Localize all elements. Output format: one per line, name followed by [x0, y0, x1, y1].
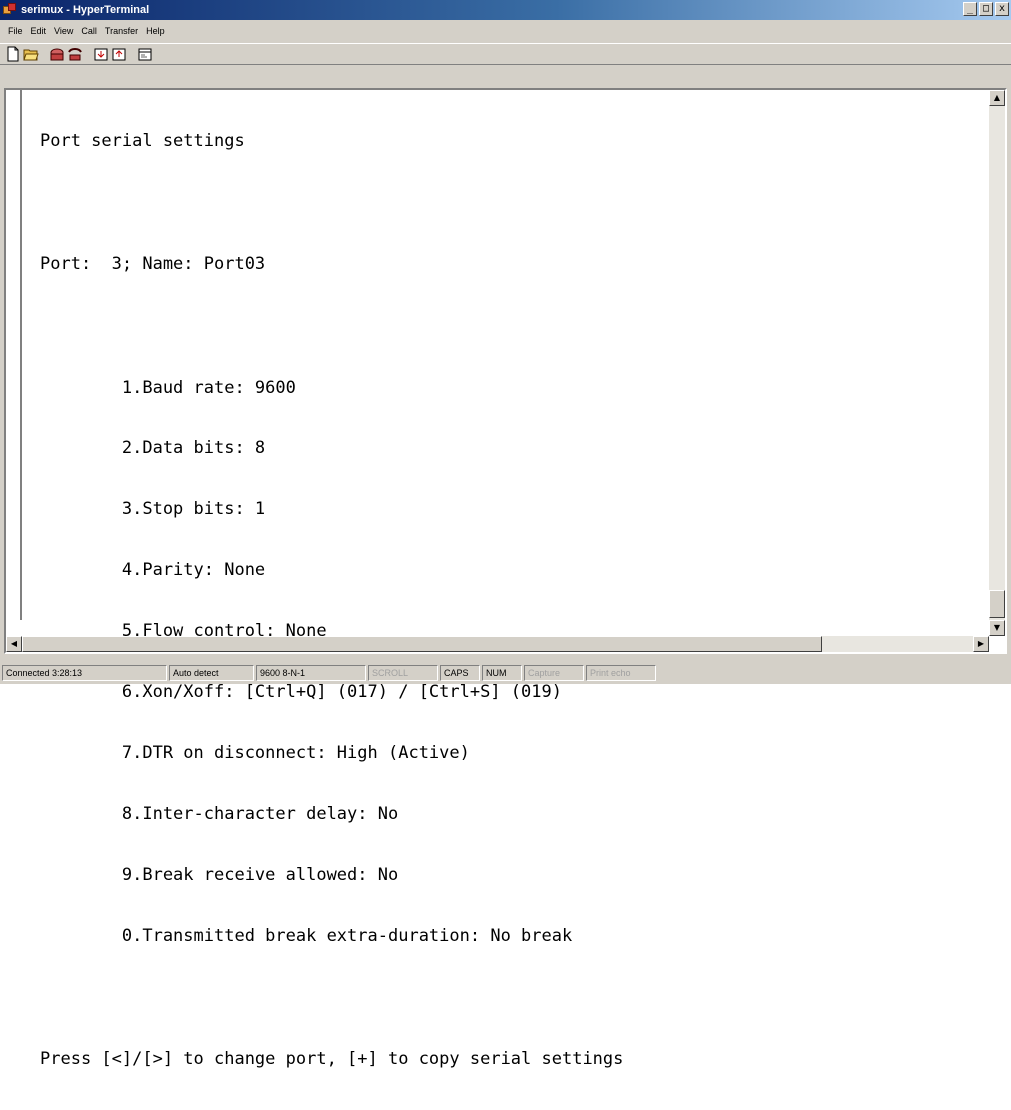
terminal-line: 3.Stop bits: 1 — [40, 499, 266, 520]
terminal-output: Port serial settings Port: 3; Name: Port… — [40, 90, 623, 1110]
terminal-line: Port serial settings — [40, 130, 245, 151]
scroll-left-icon[interactable]: ◀ — [6, 636, 22, 652]
status-bar: Connected 3:28:13 Auto detect 9600 8-N-1… — [0, 662, 1011, 684]
horizontal-scrollbar[interactable]: ◀ ▶ — [6, 636, 989, 652]
status-scroll: SCROLL — [368, 665, 438, 681]
scroll-down-icon[interactable]: ▼ — [989, 620, 1005, 636]
title-bar[interactable]: serimux - HyperTerminal _ □ x — [0, 0, 1011, 20]
hyperterminal-window: serimux - HyperTerminal _ □ x File Edit … — [0, 0, 1011, 1069]
toolbar-separator — [128, 45, 136, 63]
terminal-line: 4.Parity: None — [40, 560, 266, 581]
scroll-right-icon[interactable]: ▶ — [973, 636, 989, 652]
receive-icon[interactable] — [110, 45, 128, 63]
toolbar — [0, 43, 1011, 65]
minimize-button[interactable]: _ — [963, 2, 977, 16]
status-num: NUM — [482, 665, 522, 681]
menu-edit[interactable]: Edit — [27, 26, 51, 36]
window-title: serimux - HyperTerminal — [21, 4, 150, 16]
terminal-line: 0.Transmitted break extra-duration: No b… — [40, 925, 573, 946]
status-capture: Capture — [524, 665, 584, 681]
menu-help[interactable]: Help — [142, 26, 169, 36]
status-connected: Connected 3:28:13 — [2, 665, 167, 681]
status-caps: CAPS — [440, 665, 480, 681]
disconnect-icon[interactable] — [66, 45, 84, 63]
menu-transfer[interactable]: Transfer — [101, 26, 142, 36]
open-icon[interactable] — [22, 45, 40, 63]
maximize-button[interactable]: □ — [979, 2, 993, 16]
toolbar-separator — [84, 45, 92, 63]
menu-call[interactable]: Call — [77, 26, 101, 36]
status-params: 9600 8-N-1 — [256, 665, 366, 681]
terminal-line: 6.Xon/Xoff: [Ctrl+Q] (017) / [Ctrl+S] (0… — [40, 682, 562, 703]
terminal-frame: Port serial settings Port: 3; Name: Port… — [4, 88, 1007, 1069]
properties-icon[interactable] — [136, 45, 154, 63]
hyperterminal-app-icon[interactable] — [3, 3, 17, 17]
status-print-echo: Print echo — [586, 665, 656, 681]
terminal-line: Port: 3; Name: Port03 — [40, 254, 266, 275]
terminal-line: 1.Baud rate: 9600 — [40, 377, 296, 398]
close-button[interactable]: x — [995, 2, 1009, 16]
scroll-up-icon[interactable]: ▲ — [989, 90, 1005, 106]
call-icon[interactable] — [48, 45, 66, 63]
menu-bar: File Edit View Call Transfer Help — [0, 22, 169, 40]
terminal-line: 7.DTR on disconnect: High (Active) — [40, 742, 470, 763]
vertical-scroll-thumb[interactable] — [989, 590, 1005, 618]
vertical-scrollbar[interactable]: ▲ ▼ — [989, 90, 1005, 636]
terminal-line: Press [<]/[>] to change port, [+] to cop… — [40, 1049, 624, 1070]
new-connection-icon[interactable] — [4, 45, 22, 63]
horizontal-scroll-thumb[interactable] — [22, 636, 822, 652]
terminal-screen[interactable]: Port serial settings Port: 3; Name: Port… — [20, 90, 990, 1069]
menu-view[interactable]: View — [50, 26, 77, 36]
send-icon[interactable] — [92, 45, 110, 63]
caption-buttons: _ □ x — [963, 2, 1009, 16]
terminal-line: 9.Break receive allowed: No — [40, 864, 399, 885]
status-detect: Auto detect — [169, 665, 254, 681]
toolbar-separator — [40, 45, 48, 63]
terminal-line: 2.Data bits: 8 — [40, 438, 266, 459]
terminal-line: 8.Inter-character delay: No — [40, 803, 399, 824]
menu-file[interactable]: File — [4, 26, 27, 36]
